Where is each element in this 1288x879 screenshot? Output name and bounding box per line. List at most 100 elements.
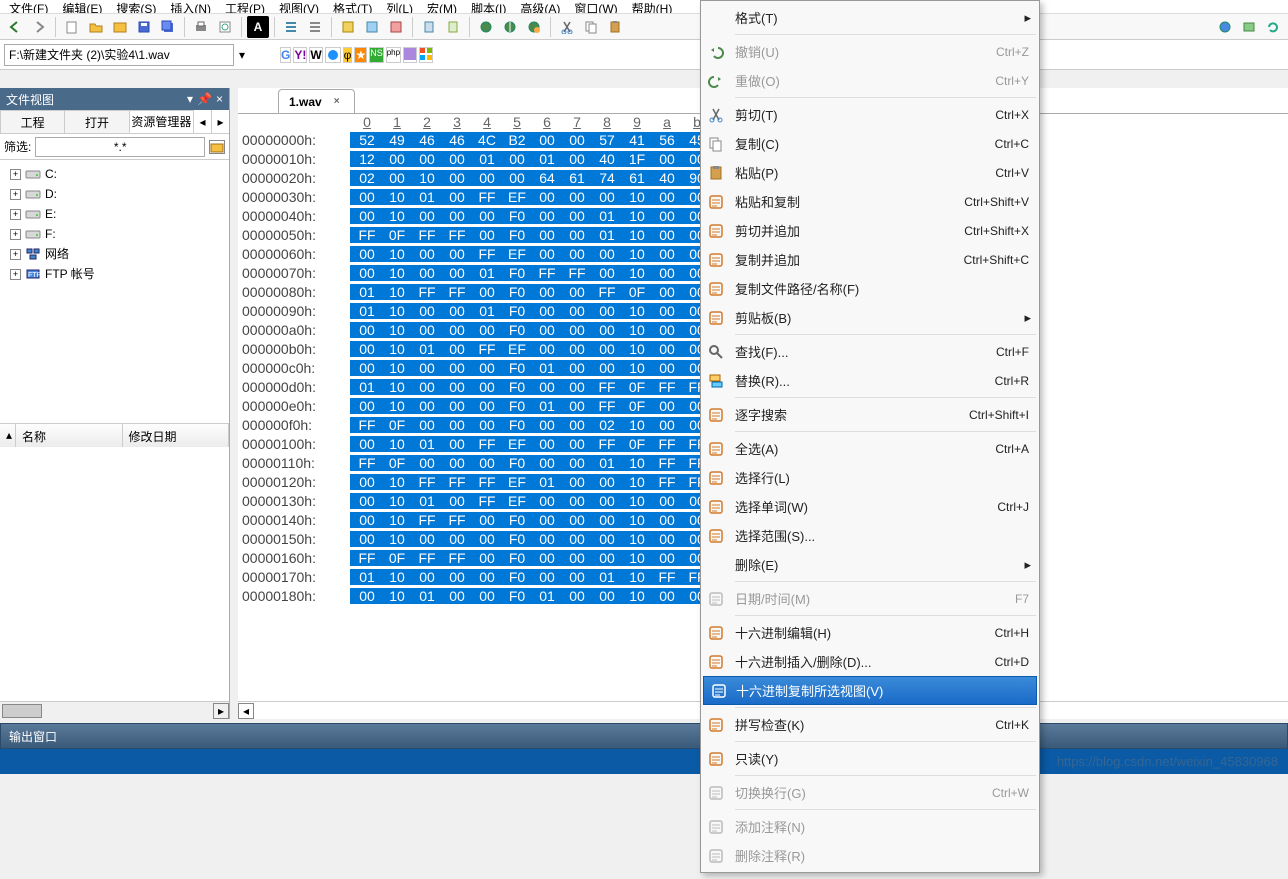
- column-name[interactable]: 名称: [16, 424, 123, 447]
- menu-item[interactable]: 工程(P): [222, 0, 268, 13]
- tree-node[interactable]: +FTPFTP 帐号: [4, 264, 225, 284]
- close-icon[interactable]: ×: [216, 92, 223, 106]
- list2-icon[interactable]: [304, 16, 326, 38]
- context-menu-item[interactable]: 十六进制插入/删除(D)...Ctrl+D: [701, 647, 1039, 676]
- context-menu-item[interactable]: 粘贴(P)Ctrl+V: [701, 158, 1039, 187]
- refresh-icon[interactable]: [1262, 16, 1284, 38]
- tool3-icon[interactable]: [385, 16, 407, 38]
- menu-item[interactable]: 脚本(I): [468, 0, 509, 13]
- back-icon[interactable]: [4, 16, 26, 38]
- menu-item[interactable]: 窗口(W): [571, 0, 620, 13]
- filter-input[interactable]: [35, 137, 205, 157]
- php-icon[interactable]: php: [386, 47, 401, 63]
- browse-icon[interactable]: [209, 140, 225, 154]
- app3-icon[interactable]: NS: [369, 47, 384, 63]
- context-menu-item[interactable]: 拼写检查(K)Ctrl+K: [701, 710, 1039, 739]
- ie-icon[interactable]: [325, 47, 341, 63]
- sort-icon[interactable]: ▴: [0, 424, 16, 447]
- context-menu-item[interactable]: 逐字搜索Ctrl+Shift+I: [701, 400, 1039, 429]
- context-menu-item[interactable]: 粘贴和复制Ctrl+Shift+V: [701, 187, 1039, 216]
- context-menu-item[interactable]: 剪切(T)Ctrl+X: [701, 100, 1039, 129]
- forward-icon[interactable]: [28, 16, 50, 38]
- tree-node[interactable]: +E:: [4, 204, 225, 224]
- menu-item[interactable]: 编辑(E): [59, 0, 105, 13]
- context-menu-item[interactable]: 选择范围(S)...: [701, 521, 1039, 550]
- context-menu-item[interactable]: 只读(Y): [701, 744, 1039, 773]
- tab-nav-right[interactable]: ▸: [211, 110, 229, 133]
- folder-tree[interactable]: +C:+D:+E:+F:+网络+FTPFTP 帐号: [0, 160, 229, 295]
- tree-node[interactable]: +F:: [4, 224, 225, 244]
- save-icon[interactable]: [133, 16, 155, 38]
- context-menu-item[interactable]: 选择单词(W)Ctrl+J: [701, 492, 1039, 521]
- globe2-icon[interactable]: [499, 16, 521, 38]
- app1-icon[interactable]: φ: [343, 47, 353, 63]
- context-menu-item[interactable]: 复制(C)Ctrl+C: [701, 129, 1039, 158]
- context-menu-item[interactable]: 十六进制编辑(H)Ctrl+H: [701, 618, 1039, 647]
- google-icon[interactable]: G: [280, 47, 291, 63]
- context-menu-item[interactable]: 删除(E)▸: [701, 550, 1039, 579]
- pic-icon[interactable]: [1238, 16, 1260, 38]
- wiki-icon[interactable]: W: [309, 47, 322, 63]
- globe3-icon[interactable]: [523, 16, 545, 38]
- tool2-icon[interactable]: [361, 16, 383, 38]
- context-menu-item[interactable]: 复制并追加Ctrl+Shift+C: [701, 245, 1039, 274]
- yahoo-icon[interactable]: Y!: [293, 47, 307, 63]
- menu-item[interactable]: 列(L): [383, 0, 416, 13]
- win-icon[interactable]: [419, 47, 433, 63]
- menu-item[interactable]: 格式(T): [330, 0, 375, 13]
- menu-item[interactable]: 插入(N): [167, 0, 214, 13]
- menu-item[interactable]: 高级(A): [517, 0, 563, 13]
- new-icon[interactable]: [61, 16, 83, 38]
- explorer-icon[interactable]: [109, 16, 131, 38]
- tab-nav-left[interactable]: ◂: [193, 110, 211, 133]
- tree-node[interactable]: +D:: [4, 184, 225, 204]
- menu-item[interactable]: 帮助(H): [629, 0, 676, 13]
- context-menu-item[interactable]: 查找(F)...Ctrl+F: [701, 337, 1039, 366]
- web-icon[interactable]: [1214, 16, 1236, 38]
- context-menu-item[interactable]: 十六进制复制所选视图(V): [703, 676, 1037, 705]
- tree-node[interactable]: +C:: [4, 164, 225, 184]
- app4-icon[interactable]: [403, 47, 417, 63]
- app2-icon[interactable]: ★: [354, 47, 367, 63]
- tool1-icon[interactable]: [337, 16, 359, 38]
- menu-item[interactable]: 文件(F): [6, 0, 51, 13]
- file-tab[interactable]: 1.wav ×: [278, 89, 355, 113]
- globe1-icon[interactable]: [475, 16, 497, 38]
- context-menu-item[interactable]: 全选(A)Ctrl+A: [701, 434, 1039, 463]
- menu-item[interactable]: 宏(M): [424, 0, 460, 13]
- dropdown-icon[interactable]: ▾: [187, 92, 193, 106]
- list-icon[interactable]: [280, 16, 302, 38]
- context-menu[interactable]: 格式(T)▸撤销(U)Ctrl+Z重做(O)Ctrl+Y剪切(T)Ctrl+X复…: [700, 0, 1040, 873]
- print-icon[interactable]: [190, 16, 212, 38]
- path-input[interactable]: [4, 44, 234, 66]
- context-menu-item[interactable]: 选择行(L): [701, 463, 1039, 492]
- context-menu-item[interactable]: 格式(T)▸: [701, 3, 1039, 32]
- tree-node[interactable]: +网络: [4, 244, 225, 264]
- menubar[interactable]: 文件(F) 编辑(E) 搜索(S) 插入(N) 工程(P) 视图(V) 格式(T) 列(L) 宏…: [0, 0, 1288, 14]
- open-icon[interactable]: [85, 16, 107, 38]
- menu-item[interactable]: 视图(V): [276, 0, 322, 13]
- close-tab-icon[interactable]: ×: [330, 95, 344, 109]
- menu-item[interactable]: 搜索(S): [113, 0, 159, 13]
- preview-icon[interactable]: [214, 16, 236, 38]
- save-all-icon[interactable]: [157, 16, 179, 38]
- tab-explorer[interactable]: 资源管理器: [129, 110, 194, 133]
- menu-label: 撤销(U): [735, 42, 779, 61]
- doc2-icon[interactable]: [442, 16, 464, 38]
- tree-label: C:: [45, 164, 57, 184]
- doc1-icon[interactable]: [418, 16, 440, 38]
- context-menu-item[interactable]: 替换(R)...Ctrl+R: [701, 366, 1039, 395]
- paste-icon[interactable]: [604, 16, 626, 38]
- context-menu-item[interactable]: 剪切并追加Ctrl+Shift+X: [701, 216, 1039, 245]
- context-menu-item[interactable]: 复制文件路径/名称(F): [701, 274, 1039, 303]
- tab-open[interactable]: 打开: [64, 110, 129, 133]
- tab-project[interactable]: 工程: [0, 110, 65, 133]
- column-date[interactable]: 修改日期: [123, 424, 230, 447]
- context-menu-item[interactable]: 剪贴板(B)▸: [701, 303, 1039, 332]
- pin-icon[interactable]: 📌: [197, 92, 212, 106]
- path-toolbar: ▾ G Y! W φ ★ NS php: [0, 40, 1288, 70]
- cut-icon[interactable]: [556, 16, 578, 38]
- copy-icon[interactable]: [580, 16, 602, 38]
- font-icon[interactable]: A: [247, 16, 269, 38]
- panel-hscroll[interactable]: ▸: [0, 701, 229, 719]
